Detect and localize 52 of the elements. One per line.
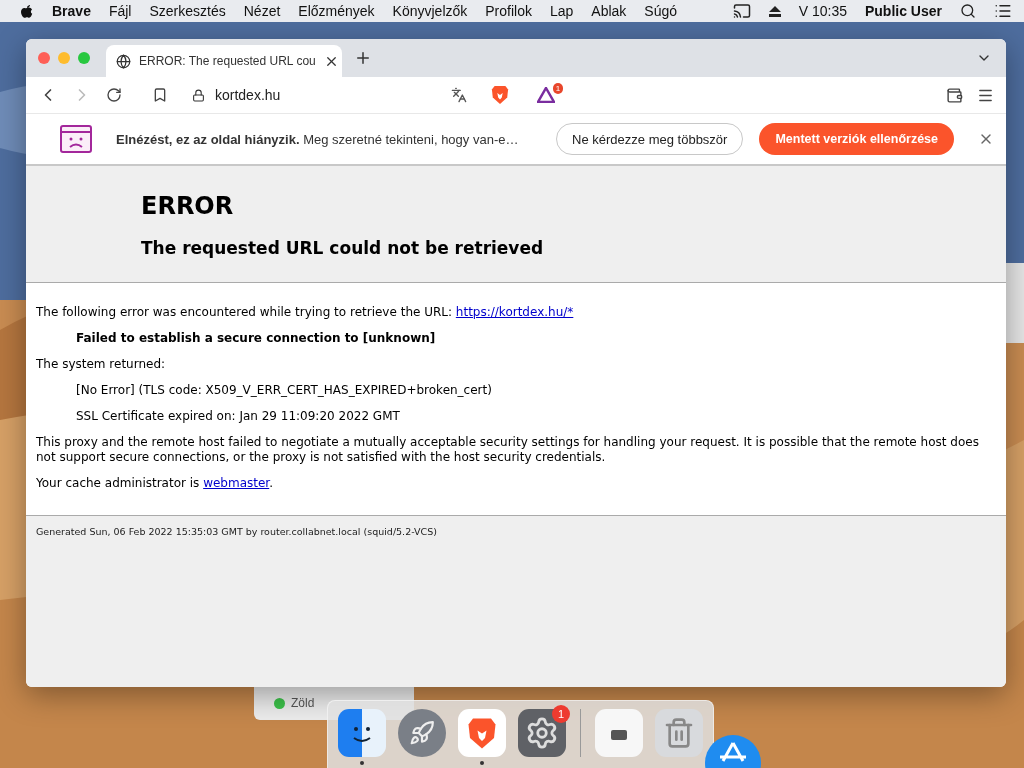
menu-item[interactable]: Könyvjelzők bbox=[392, 3, 468, 19]
info-message: Elnézést, ez az oldal hiányzik. Meg szeretné tekinteni, hogy van-e… bbox=[116, 131, 520, 147]
user-name[interactable]: Public User bbox=[864, 3, 942, 19]
sad-page-icon bbox=[60, 125, 92, 153]
brave-icon[interactable] bbox=[458, 709, 506, 757]
menu-item[interactable]: Lap bbox=[549, 3, 574, 19]
menu-item[interactable]: Súgó bbox=[644, 3, 678, 19]
address-bar[interactable]: kortdex.hu bbox=[182, 81, 477, 109]
document-icon[interactable] bbox=[595, 709, 643, 757]
paragraph: The following error was encountered while trying to retrieve the URL: https://kortdex.hu/* bbox=[36, 305, 575, 320]
dismiss-button[interactable]: Ne kérdezze meg többször bbox=[556, 123, 744, 155]
reload-icon[interactable] bbox=[106, 87, 122, 103]
apple-icon[interactable] bbox=[20, 3, 34, 19]
list-icon[interactable] bbox=[994, 2, 1012, 20]
search-icon[interactable] bbox=[960, 3, 976, 19]
app-menu[interactable]: Brave bbox=[52, 3, 91, 19]
notification-badge: 1 bbox=[552, 82, 564, 94]
menu-item[interactable]: Előzmények bbox=[298, 3, 375, 19]
paragraph: The system returned: bbox=[36, 357, 167, 372]
error-detail: SSL Certificate expired on: Jan 29 11:09:20 2022 GMT bbox=[75, 409, 401, 424]
globe-icon bbox=[116, 53, 131, 69]
menu-item[interactable]: Ablak bbox=[591, 3, 627, 19]
error-message: Failed to establish a secure connection to [unknown] bbox=[75, 331, 437, 346]
eject-icon[interactable] bbox=[768, 5, 781, 17]
paragraph: This proxy and the remote host failed to negotiate a mutually acceptable security settings for handling your request. It is possible that the remote host does not support secure connections, or the proxy is not satisfied with the host security credentials. bbox=[36, 435, 980, 465]
finder-icon[interactable] bbox=[338, 709, 386, 757]
lion-icon[interactable] bbox=[490, 85, 509, 105]
window-label: Zöld bbox=[291, 696, 315, 710]
footer-text: Generated Sun, 06 Feb 2022 15:35:03 GMT by router.collabnet.local (squid/5.2-VCS) bbox=[36, 526, 437, 537]
clock[interactable]: V 10:35 bbox=[798, 3, 847, 19]
error-detail: [No Error] (TLS code: X509_V_ERR_CERT_HAS_EXPIRED+broken_cert) bbox=[75, 383, 493, 398]
bookmark-icon[interactable] bbox=[152, 87, 168, 103]
rocket-icon[interactable] bbox=[398, 709, 446, 757]
gear-icon[interactable] bbox=[518, 709, 566, 757]
lock-icon bbox=[192, 88, 205, 102]
new-tab-icon[interactable] bbox=[354, 49, 372, 67]
browser-tab[interactable]: ERROR: The requested URL cou bbox=[106, 45, 342, 77]
menu-item[interactable]: Fájl bbox=[108, 3, 132, 19]
menu-item[interactable]: Profilok bbox=[485, 3, 532, 19]
menu-item[interactable]: Nézet bbox=[243, 3, 281, 19]
notification-badge: 1 bbox=[552, 705, 570, 723]
translate-icon[interactable] bbox=[450, 87, 467, 103]
error-title: ERROR bbox=[141, 192, 235, 220]
trash-icon[interactable] bbox=[655, 709, 703, 757]
link[interactable]: webmaster bbox=[203, 476, 270, 490]
link[interactable]: https://kortdex.hu/* bbox=[455, 305, 574, 319]
error-subtitle: The requested URL could not be retrieved bbox=[141, 238, 545, 258]
wallet-icon[interactable] bbox=[946, 86, 963, 104]
triangle-icon[interactable] bbox=[536, 87, 555, 103]
menu-item[interactable]: Szerkesztés bbox=[149, 3, 226, 19]
paragraph: Your cache administrator is webmaster. bbox=[36, 476, 274, 491]
display-icon[interactable] bbox=[732, 2, 751, 20]
